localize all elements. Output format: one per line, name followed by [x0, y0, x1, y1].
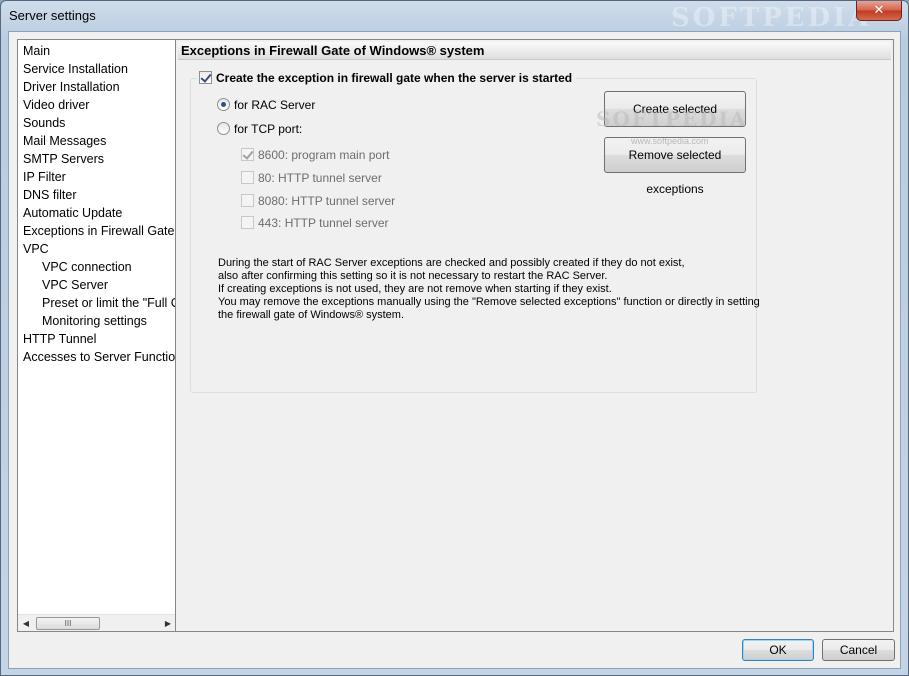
sidebar-item[interactable]: Accesses to Server Functions — [18, 348, 176, 366]
checkbox-icon[interactable] — [241, 171, 254, 184]
scroll-right-icon[interactable]: ▶ — [161, 617, 175, 630]
sidebar-item[interactable]: SMTP Servers — [18, 150, 176, 168]
checkbox-icon[interactable] — [199, 71, 212, 84]
port-checkbox[interactable]: 8080: HTTP tunnel server — [241, 194, 395, 208]
info-line: the firewall gate of Windows® system. — [218, 309, 405, 321]
title-bar[interactable]: Server settings SOFTPEDIA ✕ — [1, 1, 908, 33]
sidebar-item[interactable]: Preset or limit the "Full Control" — [18, 294, 176, 312]
sidebar-item[interactable]: Mail Messages — [18, 132, 176, 150]
checkbox-icon[interactable] — [241, 216, 254, 229]
radio-rac-server[interactable]: for RAC Server — [217, 98, 315, 112]
sidebar-item[interactable]: Automatic Update — [18, 204, 176, 222]
scroll-thumb[interactable]: III — [36, 617, 100, 630]
settings-tree-list: Main Service Installation Driver Installat… — [18, 42, 176, 366]
scroll-left-icon[interactable]: ◀ — [19, 617, 33, 630]
port-checkbox[interactable]: 8600: program main port — [241, 148, 389, 162]
firewall-exception-group: Create the exception in firewall gate wh… — [190, 70, 760, 393]
info-line: If creating exceptions is not used, they… — [218, 283, 612, 295]
settings-panel: Exceptions in Firewall Gate of Windows® … — [175, 39, 894, 632]
radio-tcp-port[interactable]: for TCP port: — [217, 122, 302, 136]
sidebar-item[interactable]: Driver Installation — [18, 78, 176, 96]
radio-rac-label: for RAC Server — [234, 98, 316, 112]
info-line: During the start of RAC Server exception… — [218, 257, 685, 269]
port-checkbox[interactable]: 80: HTTP tunnel server — [241, 171, 382, 185]
panel-watermark: SOFTPEDIA — [596, 107, 748, 131]
sidebar-item[interactable]: VPC Server — [18, 276, 176, 294]
info-line: You may remove the exceptions manually u… — [218, 296, 760, 308]
panel-watermark-url: www.softpedia.com — [631, 136, 709, 146]
port-label: 80: HTTP tunnel server — [258, 171, 382, 185]
port-checkbox[interactable]: 443: HTTP tunnel server — [241, 216, 389, 230]
dialog-client-area: Main Service Installation Driver Installat… — [8, 31, 901, 669]
radio-tcp-label: for TCP port: — [234, 122, 303, 136]
sidebar-item[interactable]: VPC connection — [18, 258, 176, 276]
sidebar-item[interactable]: IP Filter — [18, 168, 176, 186]
port-label: 443: HTTP tunnel server — [258, 216, 389, 230]
sidebar-item[interactable]: Main — [18, 42, 176, 60]
settings-tree[interactable]: Main Service Installation Driver Installat… — [17, 39, 177, 632]
info-text: During the start of RAC Server exception… — [218, 257, 760, 322]
sidebar-item[interactable]: Video driver — [18, 96, 176, 114]
radio-icon[interactable] — [217, 98, 230, 111]
sidebar-item[interactable]: VPC — [18, 240, 176, 258]
close-button[interactable]: ✕ — [856, 1, 902, 21]
sidebar-item[interactable]: DNS filter — [18, 186, 176, 204]
sidebar-item[interactable]: Service Installation — [18, 60, 176, 78]
port-label: 8080: HTTP tunnel server — [258, 194, 396, 208]
watermark: SOFTPEDIA — [671, 3, 872, 33]
checkbox-icon[interactable] — [241, 194, 254, 207]
close-icon: ✕ — [873, 2, 885, 17]
sidebar-item[interactable]: HTTP Tunnel — [18, 330, 176, 348]
cancel-button[interactable]: Cancel — [822, 639, 895, 661]
create-exception-checkbox[interactable]: Create the exception in firewall gate wh… — [197, 70, 577, 86]
sidebar-item[interactable]: Exceptions in Firewall Gate of Windows® … — [18, 222, 176, 240]
info-line: also after confirming this setting so it… — [218, 270, 608, 282]
checkbox-icon[interactable] — [241, 148, 254, 161]
ok-button[interactable]: OK — [742, 639, 814, 661]
radio-icon[interactable] — [217, 122, 230, 135]
port-label: 8600: program main port — [258, 148, 390, 162]
window-title: Server settings — [9, 8, 96, 23]
sidebar-item[interactable]: Monitoring settings — [18, 312, 176, 330]
panel-title: Exceptions in Firewall Gate of Windows® … — [178, 42, 891, 60]
create-exception-label: Create the exception in firewall gate wh… — [216, 71, 573, 85]
sidebar-item[interactable]: Sounds — [18, 114, 176, 132]
horizontal-scrollbar[interactable]: ◀ III ▶ — [18, 614, 176, 631]
server-settings-window: Server settings SOFTPEDIA ✕ Main Service … — [0, 0, 909, 676]
